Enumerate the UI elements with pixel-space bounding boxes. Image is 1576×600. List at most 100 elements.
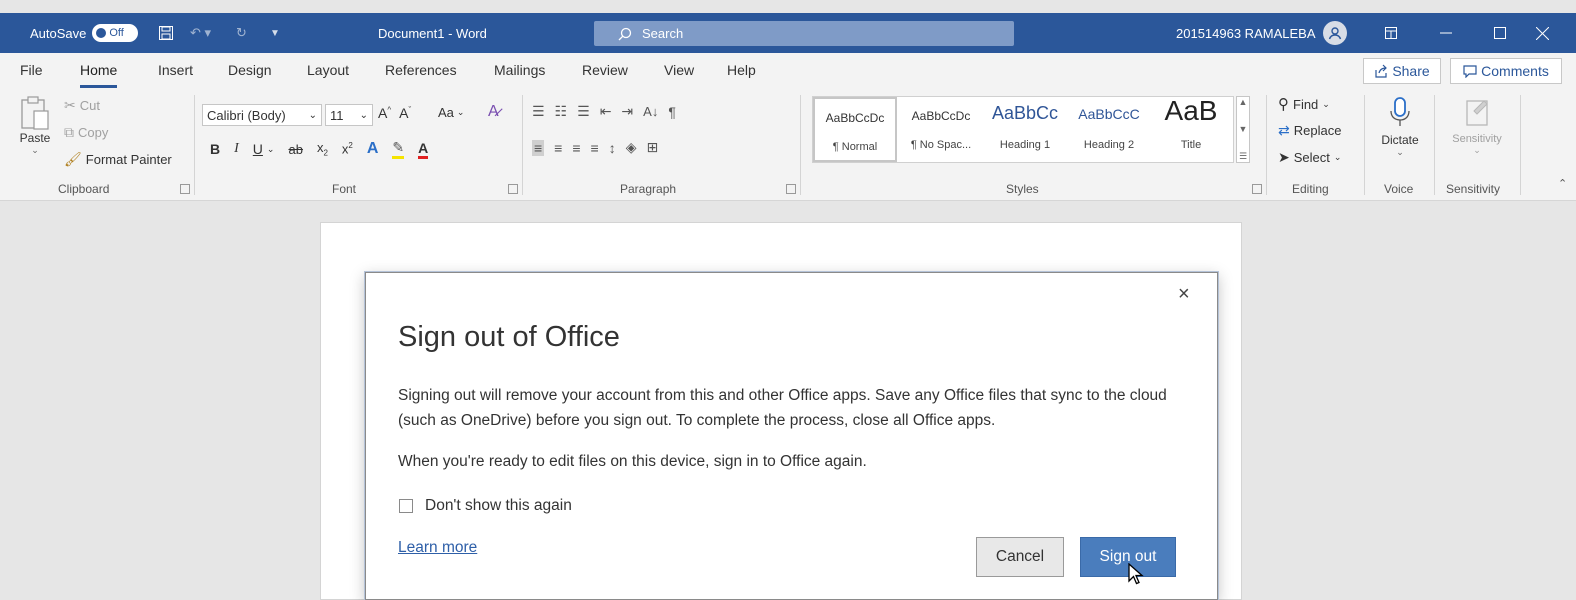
tab-design[interactable]: Design xyxy=(228,62,272,78)
multilevel-list-icon[interactable]: ☰ xyxy=(577,103,590,120)
save-icon[interactable] xyxy=(158,13,174,53)
comments-button[interactable]: Comments xyxy=(1450,58,1562,84)
styles-gallery: AaBbCcDc ¶ Normal AaBbCcDc ¶ No Spac... … xyxy=(812,95,1234,163)
share-button[interactable]: Share xyxy=(1363,58,1441,84)
format-painter-button[interactable]: 🖌 Format Painter xyxy=(64,151,172,168)
change-case-label: Aa xyxy=(438,105,454,120)
grow-font-icon[interactable]: A^ xyxy=(378,105,391,121)
dont-show-again-checkbox[interactable]: Don't show this again xyxy=(399,497,572,515)
font-color-icon[interactable]: A xyxy=(418,140,429,159)
font-size-combo[interactable]: 11 ⌄ xyxy=(325,104,373,126)
learn-more-link[interactable]: Learn more xyxy=(398,539,477,557)
font-name-combo[interactable]: Calibri (Body) ⌄ xyxy=(202,104,322,126)
ribbon-display-options-icon[interactable] xyxy=(1384,13,1398,53)
tab-home[interactable]: Home xyxy=(80,62,118,88)
tab-layout[interactable]: Layout xyxy=(307,62,349,78)
paste-button[interactable]: Paste ⌄ xyxy=(18,95,52,156)
cut-button[interactable]: ✂ Cut xyxy=(64,97,100,114)
cut-label: Cut xyxy=(79,98,100,113)
superscript-icon[interactable]: x2 xyxy=(342,141,353,156)
style-heading-2[interactable]: AaBbCcC Heading 2 xyxy=(1067,97,1151,162)
paragraph-launcher-icon[interactable] xyxy=(786,184,796,194)
clipboard-launcher-icon[interactable] xyxy=(180,184,190,194)
customize-quick-access-icon[interactable]: ▼ xyxy=(270,13,280,53)
dialog-title: Sign out of Office xyxy=(398,321,620,353)
chevron-down-icon: ⌄ xyxy=(359,109,368,121)
cancel-button[interactable]: Cancel xyxy=(976,537,1064,577)
scroll-down-icon[interactable]: ▼ xyxy=(1239,124,1248,134)
undo-icon[interactable]: ↶ ▾ xyxy=(190,13,211,53)
font-launcher-icon[interactable] xyxy=(508,184,518,194)
style-heading-1[interactable]: AaBbCc Heading 1 xyxy=(983,97,1067,162)
strikethrough-icon[interactable]: ab xyxy=(288,142,302,157)
dictate-label: Dictate xyxy=(1381,133,1419,147)
scroll-up-icon[interactable]: ▲ xyxy=(1239,97,1248,107)
maximize-icon[interactable] xyxy=(1494,13,1506,53)
underline-icon[interactable]: U xyxy=(253,141,263,157)
highlight-color-icon[interactable]: ✎ xyxy=(392,139,405,159)
checkbox-box[interactable] xyxy=(399,499,413,513)
line-spacing-icon[interactable]: ↕ xyxy=(609,140,616,156)
dictate-button[interactable]: Dictate ⌄ xyxy=(1374,95,1426,158)
align-center-icon[interactable]: ≡ xyxy=(554,140,562,156)
chevron-down-icon[interactable]: ⌄ xyxy=(267,144,275,155)
autosave-control[interactable]: AutoSave Off xyxy=(30,13,139,53)
tab-mailings[interactable]: Mailings xyxy=(494,62,545,78)
tab-file[interactable]: File xyxy=(20,62,43,78)
autosave-toggle[interactable]: Off xyxy=(92,24,139,42)
group-divider xyxy=(194,95,195,195)
shading-icon[interactable]: ◈ xyxy=(626,139,637,156)
select-button[interactable]: ➤ Select ⌄ xyxy=(1278,149,1341,166)
subscript-icon[interactable]: x2 xyxy=(317,140,328,158)
numbering-icon[interactable]: ☷ xyxy=(555,103,568,120)
tab-insert[interactable]: Insert xyxy=(158,62,193,78)
voice-group-label: Voice xyxy=(1384,182,1414,196)
collapse-ribbon-icon[interactable]: ⌃ xyxy=(1558,177,1567,190)
close-window-icon[interactable] xyxy=(1536,13,1549,53)
bullets-icon[interactable]: ☰ xyxy=(532,103,545,120)
italic-icon[interactable]: I xyxy=(234,141,239,157)
search-box[interactable]: Search xyxy=(594,21,1014,46)
borders-icon[interactable]: ⊞ xyxy=(646,139,658,156)
shrink-font-icon[interactable]: Aˇ xyxy=(399,105,411,121)
text-effects-icon[interactable]: A xyxy=(367,140,379,158)
find-button[interactable]: ⚲ Find ⌄ xyxy=(1278,95,1330,113)
justify-icon[interactable]: ≡ xyxy=(591,140,599,156)
tab-review[interactable]: Review xyxy=(582,62,628,78)
style-normal[interactable]: AaBbCcDc ¶ Normal xyxy=(813,97,897,162)
search-placeholder: Search xyxy=(642,26,684,41)
comment-icon xyxy=(1463,64,1477,78)
minimize-icon[interactable] xyxy=(1440,13,1452,53)
sort-icon[interactable]: A↓ xyxy=(643,104,658,119)
show-formatting-marks-icon[interactable]: ¶ xyxy=(668,104,676,120)
tab-view[interactable]: View xyxy=(664,62,694,78)
align-right-icon[interactable]: ≡ xyxy=(572,140,580,156)
more-styles-icon[interactable]: ☰ xyxy=(1239,151,1247,162)
style-name: Heading 1 xyxy=(999,139,1051,151)
styles-launcher-icon[interactable] xyxy=(1252,184,1262,194)
font-name-value: Calibri (Body) xyxy=(207,107,286,123)
replace-button[interactable]: ⇄ Replace xyxy=(1278,122,1341,139)
tab-help[interactable]: Help xyxy=(727,62,756,78)
avatar-icon xyxy=(1323,21,1348,45)
align-left-icon[interactable]: ≡ xyxy=(532,139,545,156)
style-no-spacing[interactable]: AaBbCcDc ¶ No Spac... xyxy=(899,97,983,162)
style-title[interactable]: AaB Title xyxy=(1149,95,1233,162)
redo-icon[interactable]: ↻ xyxy=(236,13,247,53)
scissors-icon: ✂ xyxy=(64,97,76,113)
close-icon[interactable]: × xyxy=(1178,283,1190,306)
change-case-button[interactable]: Aa ⌄ xyxy=(438,105,464,120)
account-button[interactable]: 201514963 RAMALEBA xyxy=(1176,13,1348,53)
sensitivity-button[interactable]: Sensitivity ⌄ xyxy=(1442,95,1512,156)
checkbox-label: Don't show this again xyxy=(425,497,572,514)
bold-icon[interactable]: B xyxy=(210,141,220,157)
tab-references[interactable]: References xyxy=(385,62,457,78)
group-divider xyxy=(1434,95,1435,195)
clear-formatting-icon[interactable]: A̷ xyxy=(488,103,499,121)
style-sample: AaBbCcDc xyxy=(911,109,971,123)
paragraph-group-label: Paragraph xyxy=(620,182,677,196)
paste-dropdown-icon[interactable]: ⌄ xyxy=(31,145,39,156)
increase-indent-icon[interactable]: ⇥ xyxy=(621,103,633,120)
decrease-indent-icon[interactable]: ⇤ xyxy=(600,103,612,120)
copy-button[interactable]: ⧉ Copy xyxy=(64,124,108,141)
